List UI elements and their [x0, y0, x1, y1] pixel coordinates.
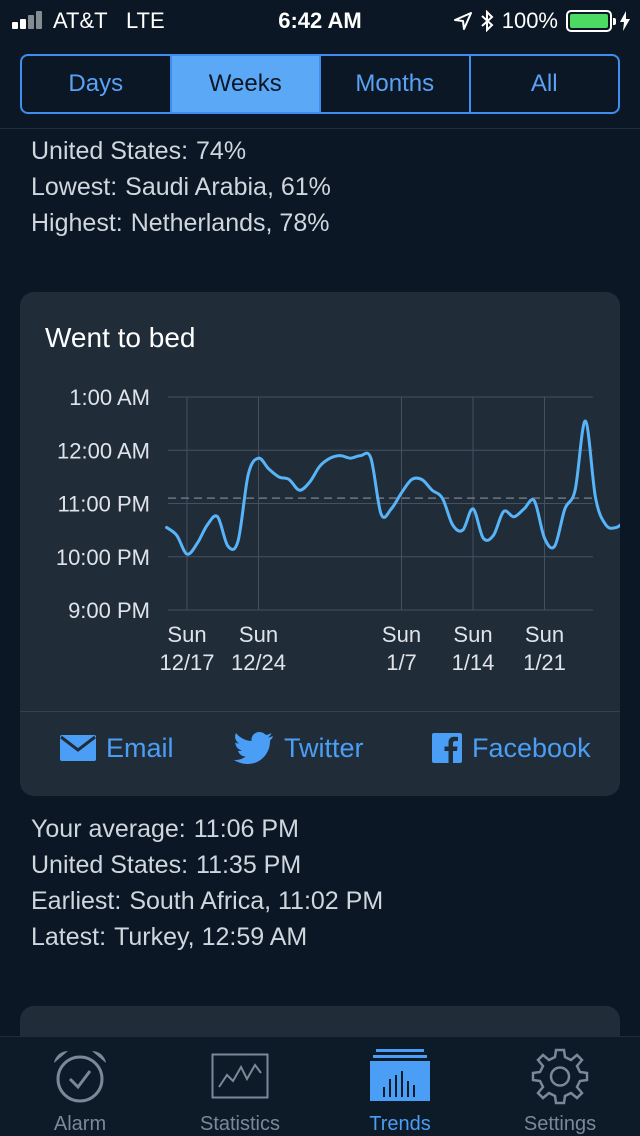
stat-value: Saudi Arabia, 61% [125, 173, 331, 201]
share-facebook-button[interactable]: Facebook [432, 728, 591, 768]
status-right: 100% [453, 8, 630, 34]
tab-alarm-label: Alarm [53, 1113, 107, 1135]
stat-label: United States: [31, 137, 189, 165]
tab-trends-label: Trends [369, 1113, 431, 1135]
period-segmented-control: Days Weeks Months All [20, 54, 620, 114]
bluetooth-icon [481, 10, 494, 32]
gear-icon [531, 1048, 589, 1105]
x-tick-day: Sun [382, 622, 421, 647]
stat-label: Lowest: [31, 173, 118, 201]
stat-label: United States: [31, 851, 189, 879]
battery-icon [566, 10, 616, 32]
x-tick-date: 1/21 [523, 650, 566, 675]
tab-statistics[interactable]: Statistics [160, 1037, 320, 1136]
share-email-button[interactable]: Email [60, 728, 174, 768]
segment-weeks[interactable]: Weeks [171, 56, 321, 112]
stat-row: Latest: Turkey, 12:59 AM [31, 919, 383, 955]
location-arrow-icon [453, 12, 472, 30]
x-tick-date: 12/24 [231, 650, 286, 675]
facebook-icon [432, 733, 462, 763]
stat-row: Earliest: South Africa, 11:02 PM [31, 883, 383, 919]
tab-statistics-label: Statistics [199, 1113, 281, 1135]
x-tick-date: 1/14 [452, 650, 495, 675]
alarm-clock-icon [54, 1050, 106, 1103]
charging-bolt-icon [620, 11, 630, 31]
tab-trends[interactable]: Trends [320, 1037, 480, 1136]
stat-value: 11:06 PM [193, 815, 299, 843]
stat-row: United States: 11:35 PM [31, 847, 383, 883]
header-divider [0, 128, 640, 129]
stat-value: 74% [196, 137, 247, 165]
y-tick-label: 9:00 PM [68, 598, 150, 623]
share-facebook-label: Facebook [472, 732, 591, 763]
x-tick-day: Sun [239, 622, 278, 647]
x-tick-day: Sun [167, 622, 206, 647]
segment-months[interactable]: Months [321, 56, 471, 112]
stat-row: United States: 74% [31, 133, 331, 169]
tab-bar: Alarm Statistics Trends Settings [0, 1036, 640, 1136]
stat-value: Turkey, 12:59 AM [114, 923, 308, 951]
stat-row: Lowest: Saudi Arabia, 61% [31, 169, 331, 205]
x-tick-day: Sun [525, 622, 564, 647]
share-twitter-label: Twitter [284, 732, 364, 763]
went-to-bed-chart: 1:00 AM 12:00 AM 11:00 PM 10:00 PM 9:00 PM Su… [56, 385, 620, 675]
segment-all[interactable]: All [471, 56, 619, 112]
share-divider [20, 711, 620, 712]
battery-percent: 100% [501, 8, 558, 33]
stat-value: 11:35 PM [196, 851, 302, 879]
segment-days[interactable]: Days [22, 56, 172, 112]
stat-label: Latest: [31, 923, 107, 951]
stat-row: Your average: 11:06 PM [31, 811, 383, 847]
status-bar: AT&T LTE 6:42 AM 100% [0, 0, 640, 40]
stat-row: Highest: Netherlands, 78% [31, 205, 331, 241]
trends-icon [370, 1049, 430, 1101]
share-email-label: Email [106, 732, 174, 763]
tab-settings[interactable]: Settings [480, 1037, 640, 1136]
statistics-icon [211, 1053, 269, 1099]
sleep-goal-stats: United States: 74% Lowest: Saudi Arabia, 61… [31, 133, 331, 241]
tab-alarm[interactable]: Alarm [0, 1037, 160, 1136]
stat-value: South Africa, 11:02 PM [129, 887, 384, 915]
twitter-bird-icon [234, 732, 273, 764]
bedtime-stats: Your average: 11:06 PM United States: 11:35… [31, 811, 383, 955]
y-tick-label: 12:00 AM [57, 438, 150, 463]
bedtime-series-line [165, 419, 620, 556]
stat-value: Netherlands, 78% [130, 209, 330, 237]
stat-label: Your average: [31, 815, 186, 843]
x-tick-day: Sun [453, 622, 492, 647]
share-twitter-button[interactable]: Twitter [234, 728, 364, 768]
y-tick-label: 1:00 AM [69, 385, 150, 410]
y-tick-label: 10:00 PM [56, 545, 150, 570]
stat-label: Highest: [31, 209, 123, 237]
went-to-bed-card: Went to bed 1:00 AM 12:00 AM 11:00 PM 10:00… [20, 292, 620, 796]
envelope-icon [60, 735, 96, 761]
y-tick-label: 11:00 PM [57, 492, 150, 517]
tab-settings-label: Settings [523, 1113, 597, 1135]
x-tick-date: 12/17 [159, 650, 214, 675]
stat-label: Earliest: [31, 887, 122, 915]
x-tick-date: 1/7 [386, 650, 417, 675]
